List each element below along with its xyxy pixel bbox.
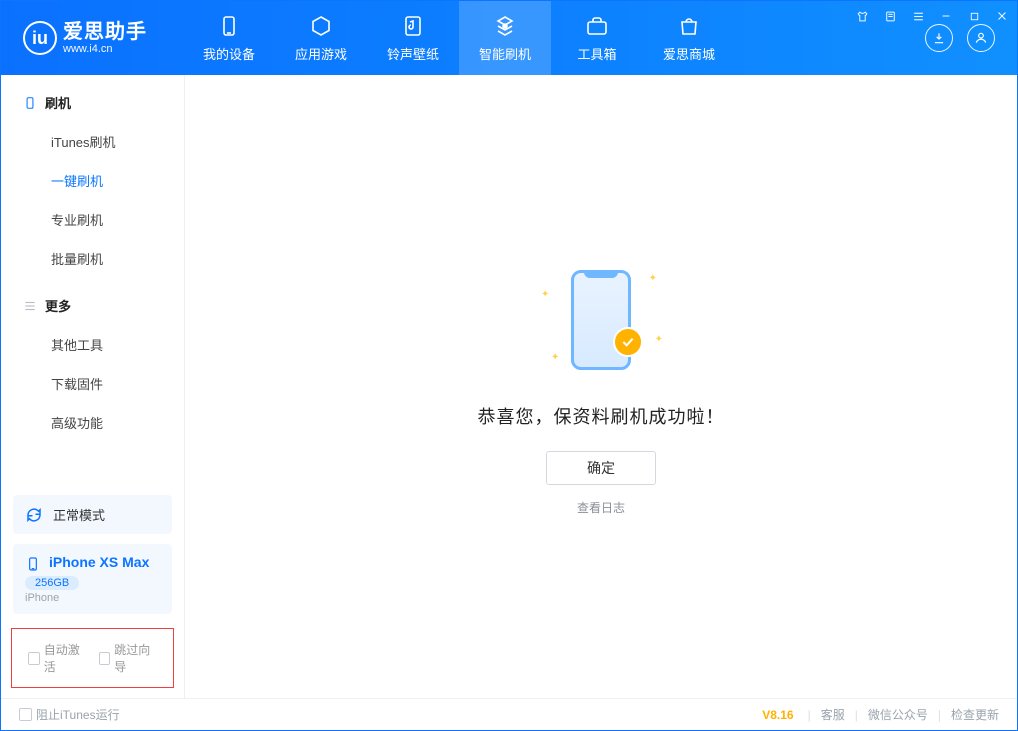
checkbox-skip-guide[interactable]: 跳过向导	[99, 641, 158, 675]
sidebar-item-advanced[interactable]: 高级功能	[1, 403, 184, 442]
sidebar-item-onekey-flash[interactable]: 一键刷机	[1, 161, 184, 200]
nav-tab-ringtone[interactable]: 铃声壁纸	[367, 1, 459, 75]
sidebar: 刷机 iTunes刷机 一键刷机 专业刷机 批量刷机 更多 其他工具 下载固件 …	[1, 75, 185, 698]
note-icon	[884, 10, 897, 23]
sidebar-item-download-firmware[interactable]: 下载固件	[1, 364, 184, 403]
window-controls	[853, 7, 1011, 25]
checkbox-icon	[28, 652, 40, 665]
sparkle-icon: ✦	[551, 352, 559, 363]
sparkle-icon: ✦	[655, 334, 663, 345]
store-icon	[677, 14, 701, 38]
separator: |	[855, 708, 858, 722]
device-type: iPhone	[25, 592, 160, 604]
sidebar-section-title: 刷机	[45, 93, 71, 112]
main-content: ✦ ✦ ✦ ✦ 恭喜您，保资料刷机成功啦！ 确定 查看日志	[185, 75, 1017, 698]
nav-tab-flash[interactable]: 智能刷机	[459, 1, 551, 75]
maximize-button[interactable]	[965, 7, 983, 25]
shirt-icon	[856, 10, 869, 23]
feedback-button[interactable]	[881, 7, 899, 25]
success-illustration: ✦ ✦ ✦ ✦	[541, 265, 661, 375]
highlighted-options: 自动激活 跳过向导	[11, 628, 174, 688]
device-icon	[217, 14, 241, 38]
sidebar-section-more[interactable]: 更多	[1, 278, 184, 325]
account-button[interactable]	[967, 24, 995, 52]
maximize-icon	[969, 11, 980, 22]
nav-tab-apps[interactable]: 应用游戏	[275, 1, 367, 75]
success-message: 恭喜您，保资料刷机成功啦！	[478, 403, 725, 429]
sidebar-section-title: 更多	[45, 296, 71, 315]
menu-button[interactable]	[909, 7, 927, 25]
nav-tab-store[interactable]: 爱思商城	[643, 1, 735, 75]
nav-label: 铃声壁纸	[387, 44, 439, 63]
mode-card[interactable]: 正常模式	[13, 495, 172, 534]
footer-link-support[interactable]: 客服	[821, 706, 845, 723]
nav-label: 工具箱	[577, 44, 616, 63]
user-icon	[974, 31, 988, 45]
ringtone-icon	[401, 14, 425, 38]
footer: 阻止iTunes运行 V8.16 | 客服 | 微信公众号 | 检查更新	[1, 698, 1017, 730]
app-window: iu 爱思助手 www.i4.cn 我的设备 应用游戏 铃声壁纸 智能刷机	[0, 0, 1018, 731]
checkbox-icon	[19, 708, 32, 721]
minimize-button[interactable]	[937, 7, 955, 25]
separator: |	[808, 708, 811, 722]
device-name: iPhone XS Max	[49, 554, 149, 570]
sidebar-item-batch-flash[interactable]: 批量刷机	[1, 239, 184, 278]
refresh-icon	[25, 506, 43, 524]
nav-label: 智能刷机	[479, 44, 531, 63]
sidebar-item-pro-flash[interactable]: 专业刷机	[1, 200, 184, 239]
nav-tab-toolbox[interactable]: 工具箱	[551, 1, 643, 75]
nav-label: 应用游戏	[295, 44, 347, 63]
ok-button[interactable]: 确定	[546, 451, 656, 485]
checkbox-block-itunes[interactable]: 阻止iTunes运行	[19, 706, 120, 723]
sparkle-icon: ✦	[541, 289, 549, 300]
checkbox-icon	[99, 652, 111, 665]
device-phone-icon	[25, 556, 41, 572]
brand-text: 爱思助手 www.i4.cn	[63, 21, 147, 55]
menu-icon	[912, 10, 925, 23]
view-log-link[interactable]: 查看日志	[577, 499, 625, 516]
checkbox-label: 跳过向导	[114, 641, 157, 675]
nav-label: 爱思商城	[663, 44, 715, 63]
device-card[interactable]: iPhone XS Max 256GB iPhone	[13, 544, 172, 614]
sidebar-item-itunes-flash[interactable]: iTunes刷机	[1, 122, 184, 161]
checkbox-auto-activate[interactable]: 自动激活	[28, 641, 87, 675]
device-capacity: 256GB	[25, 576, 79, 590]
checkbox-label: 阻止iTunes运行	[36, 706, 120, 723]
brand-logo-icon: iu	[23, 21, 57, 55]
check-badge-icon	[613, 327, 643, 357]
brand: iu 爱思助手 www.i4.cn	[1, 1, 165, 75]
close-icon	[996, 10, 1008, 22]
footer-link-wechat[interactable]: 微信公众号	[868, 706, 928, 723]
apps-icon	[309, 14, 333, 38]
close-button[interactable]	[993, 7, 1011, 25]
flash-icon	[493, 14, 517, 38]
download-button[interactable]	[925, 24, 953, 52]
list-icon	[23, 299, 37, 313]
separator: |	[938, 708, 941, 722]
skin-button[interactable]	[853, 7, 871, 25]
toolbox-icon	[585, 14, 609, 38]
nav-label: 我的设备	[203, 44, 255, 63]
minimize-icon	[940, 10, 952, 22]
nav-tabs: 我的设备 应用游戏 铃声壁纸 智能刷机 工具箱 爱思商城	[183, 1, 735, 75]
mode-label: 正常模式	[53, 505, 105, 524]
download-icon	[932, 31, 946, 45]
sidebar-section-flash[interactable]: 刷机	[1, 75, 184, 122]
sparkle-icon: ✦	[649, 273, 657, 284]
footer-right: V8.16 | 客服 | 微信公众号 | 检查更新	[762, 706, 999, 723]
brand-title: 爱思助手	[63, 21, 147, 43]
nav-tab-device[interactable]: 我的设备	[183, 1, 275, 75]
phone-icon	[23, 96, 37, 110]
footer-link-update[interactable]: 检查更新	[951, 706, 999, 723]
checkbox-label: 自动激活	[44, 641, 87, 675]
header: iu 爱思助手 www.i4.cn 我的设备 应用游戏 铃声壁纸 智能刷机	[1, 1, 1017, 75]
body: 刷机 iTunes刷机 一键刷机 专业刷机 批量刷机 更多 其他工具 下载固件 …	[1, 75, 1017, 698]
version-label: V8.16	[762, 708, 793, 722]
sidebar-item-other-tools[interactable]: 其他工具	[1, 325, 184, 364]
brand-subtitle: www.i4.cn	[63, 43, 147, 55]
